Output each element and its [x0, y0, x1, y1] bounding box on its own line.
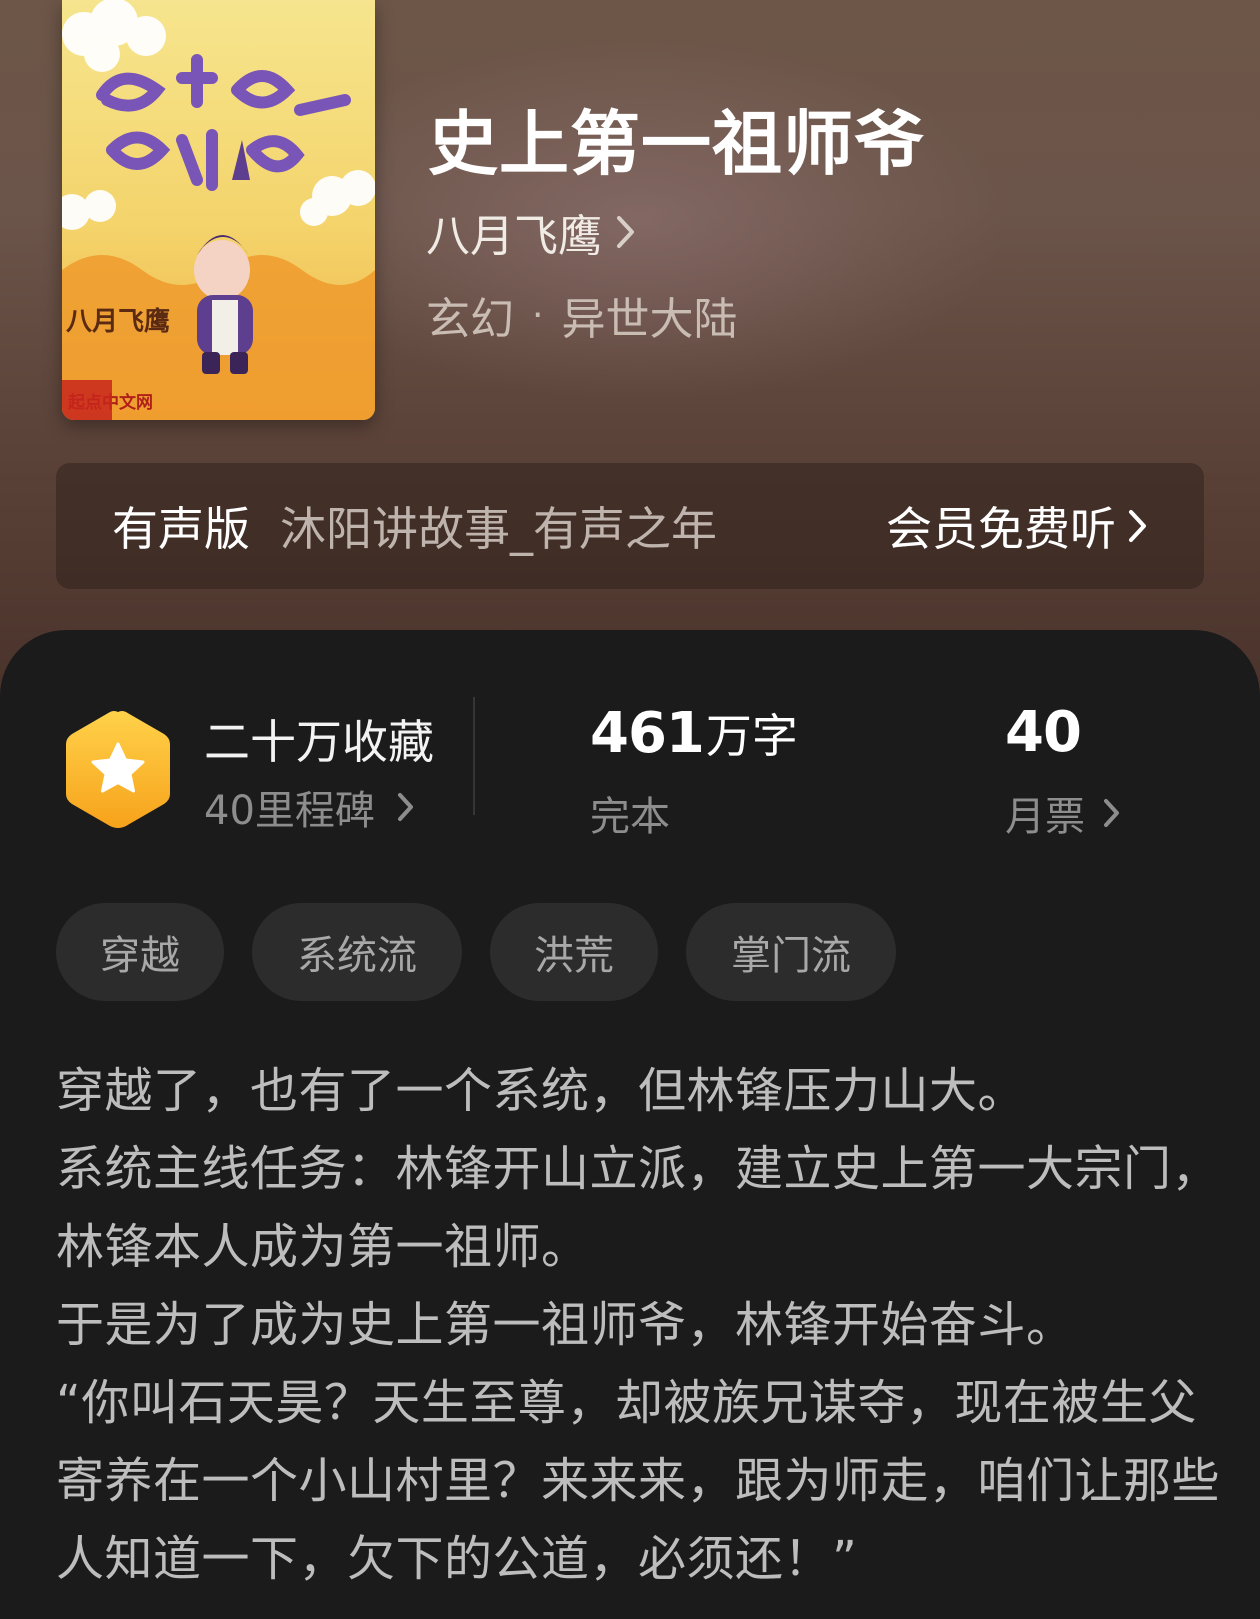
tag-list: 穿越 系统流 洪荒 掌门流	[56, 903, 924, 1001]
stats-divider	[473, 697, 475, 815]
chevron-right-icon	[397, 792, 415, 822]
chevron-right-icon	[616, 215, 636, 249]
chevron-right-icon	[1128, 509, 1148, 543]
audio-version-bar[interactable]: 有声版 沐阳讲故事_有声之年 会员免费听	[56, 463, 1204, 589]
milestone-link[interactable]: 40里程碑	[204, 778, 415, 836]
book-title: 史上第一祖师爷	[428, 102, 925, 185]
tag-pill[interactable]: 掌门流	[686, 903, 896, 1001]
genre-label: 玄幻	[426, 294, 514, 345]
genre-row[interactable]: 玄幻 · 异世大陆	[426, 283, 737, 347]
book-detail-page: 八月飞鹰 起点中文网 史上第一祖师爷 八月飞鹰 玄幻 · 异世大陆 有声版 沐阳…	[0, 0, 1260, 1619]
tag-pill[interactable]: 穿越	[56, 903, 224, 1001]
author-link[interactable]: 八月飞鹰	[426, 200, 636, 264]
book-cover[interactable]: 八月飞鹰 起点中文网	[62, 0, 375, 420]
cover-character	[194, 140, 253, 374]
monthly-votes-label: 月票	[1005, 794, 1085, 840]
tag-pill[interactable]: 洪荒	[490, 903, 658, 1001]
milestone-label: 40里程碑	[204, 788, 375, 834]
cover-illustration: 八月飞鹰 起点中文网	[62, 0, 375, 420]
collection-count: 二十万收藏	[204, 715, 434, 769]
cloud-icon	[62, 0, 375, 230]
subgenre-label: 异世大陆	[561, 294, 738, 345]
cover-lettering	[96, 54, 351, 191]
member-listen-label: 会员免费听	[886, 502, 1116, 556]
book-synopsis: 穿越了，也有了一个系统，但林锋压力山大。 系统主线任务：林锋开山立派，建立史上第…	[56, 1063, 1221, 1587]
word-count-unit: 万字	[705, 709, 798, 763]
cover-author: 八月飞鹰	[66, 306, 170, 337]
completion-status: 完本	[590, 794, 670, 840]
word-count: 461 万字	[590, 700, 798, 766]
chevron-right-icon	[1103, 798, 1121, 828]
star-hexagon-icon[interactable]	[62, 708, 174, 830]
author-name: 八月飞鹰	[426, 211, 602, 262]
audio-tag: 有声版	[112, 502, 250, 556]
audio-narrator: 沐阳讲故事_有声之年	[280, 502, 717, 556]
tag-pill[interactable]: 系统流	[252, 903, 462, 1001]
monthly-votes-link[interactable]: 月票	[1005, 784, 1121, 842]
member-listen-button[interactable]: 会员免费听	[886, 493, 1148, 559]
word-count-number: 461	[590, 701, 705, 766]
monthly-votes-count: 40	[1005, 700, 1082, 765]
genre-separator: ·	[532, 294, 544, 336]
